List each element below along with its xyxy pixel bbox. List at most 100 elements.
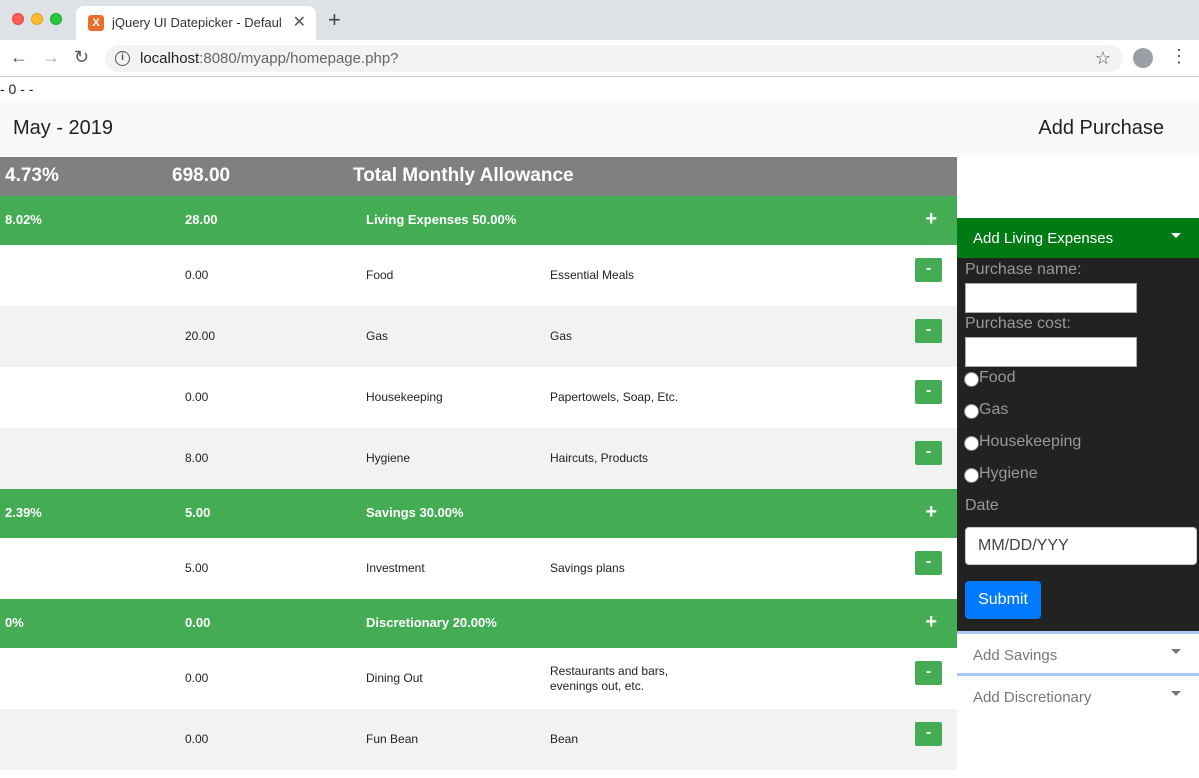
reload-icon[interactable]: ↻ bbox=[74, 47, 89, 68]
category-amount: 28.00 bbox=[185, 212, 218, 227]
radio-label-hygiene: Hygiene bbox=[979, 465, 1038, 482]
table-row: 20.00 Gas Gas - bbox=[0, 306, 957, 367]
item-description: Bean bbox=[550, 732, 579, 746]
page-content: - 0 - - May - 2019 Add Purchase 4.73% 69… bbox=[0, 78, 1199, 778]
purchase-cost-input[interactable] bbox=[965, 337, 1137, 367]
url-host: localhost bbox=[140, 50, 200, 67]
debug-text: - 0 - - bbox=[0, 81, 34, 97]
purchase-accordion: Add Living Expenses Purchase name: Purch… bbox=[957, 218, 1199, 715]
remove-minus-button[interactable]: - bbox=[915, 441, 942, 465]
budget-table: 4.73% 698.00 Total Monthly Allowance 8.0… bbox=[0, 157, 957, 770]
accordion-header-label: Add Savings bbox=[973, 647, 1058, 664]
submit-button[interactable]: Submit bbox=[965, 581, 1041, 619]
item-description: Haircuts, Products bbox=[550, 451, 649, 465]
table-row: 0.00 Fun Bean Bean - bbox=[0, 709, 957, 770]
purchase-cost-label: Purchase cost: bbox=[965, 315, 1071, 332]
forward-arrow-icon[interactable]: → bbox=[42, 47, 60, 68]
month-title: May - 2019 bbox=[13, 117, 114, 139]
category-amount: 0.00 bbox=[185, 615, 211, 630]
expand-plus-button[interactable]: + bbox=[925, 611, 937, 633]
tab-title: jQuery UI Datepicker - Default f bbox=[112, 15, 282, 30]
table-row: 0.00 Dining Out Restaurants and bars, eve… bbox=[0, 648, 957, 709]
item-name: Fun Bean bbox=[366, 732, 419, 746]
table-row: 5.00 Investment Savings plans - bbox=[0, 538, 957, 599]
back-arrow-icon[interactable]: ← bbox=[10, 47, 28, 68]
bookmark-star-icon[interactable]: ☆ bbox=[1095, 48, 1111, 69]
radio-label-gas: Gas bbox=[979, 401, 1009, 418]
total-percent: 4.73% bbox=[5, 165, 59, 186]
caret-down-icon bbox=[1171, 691, 1181, 696]
xampp-favicon-icon: X bbox=[88, 15, 104, 31]
info-icon[interactable]: i bbox=[115, 51, 130, 66]
accordion-header-label: Add Living Expenses bbox=[973, 230, 1114, 247]
url-text: localhost:8080/myapp/homepage.php? bbox=[140, 50, 399, 67]
accordion-header-savings[interactable]: Add Savings bbox=[957, 631, 1199, 673]
category-label: Living Expenses 50.00% bbox=[366, 212, 517, 227]
expand-plus-button[interactable]: + bbox=[925, 208, 937, 230]
browser-tab[interactable]: X jQuery UI Datepicker - Default f ✕ bbox=[76, 6, 316, 40]
radio-food[interactable] bbox=[964, 372, 979, 387]
accordion-header-discretionary[interactable]: Add Discretionary bbox=[957, 673, 1199, 715]
radio-hygiene[interactable] bbox=[964, 468, 979, 483]
remove-minus-button[interactable]: - bbox=[915, 258, 942, 282]
item-amount: 0.00 bbox=[185, 390, 209, 404]
radio-gas[interactable] bbox=[964, 404, 979, 419]
item-description-line: Restaurants and bars, bbox=[550, 664, 669, 678]
radio-label-housekeeping: Housekeeping bbox=[979, 433, 1082, 450]
item-name: Hygiene bbox=[366, 451, 411, 465]
item-amount: 0.00 bbox=[185, 268, 209, 282]
browser-tab-bar: X jQuery UI Datepicker - Default f ✕ + bbox=[0, 0, 1199, 40]
radio-housekeeping[interactable] bbox=[964, 436, 979, 451]
address-bar: ← → ↻ i localhost:8080/myapp/homepage.ph… bbox=[0, 40, 1199, 77]
table-row: 0.00 Housekeeping Papertowels, Soap, Etc… bbox=[0, 367, 957, 428]
accordion-header-living-expenses[interactable]: Add Living Expenses bbox=[957, 218, 1199, 258]
category-label: Discretionary 20.00% bbox=[366, 615, 497, 630]
maximize-window-button[interactable] bbox=[50, 13, 62, 25]
remove-minus-button[interactable]: - bbox=[915, 661, 942, 685]
category-label: Savings 30.00% bbox=[366, 505, 464, 520]
new-tab-icon[interactable]: + bbox=[328, 9, 341, 31]
radio-label-food: Food bbox=[979, 369, 1016, 386]
remove-minus-button[interactable]: - bbox=[915, 380, 942, 404]
item-description: Restaurants and bars, evenings out, etc. bbox=[550, 664, 668, 694]
total-amount: 698.00 bbox=[172, 165, 231, 186]
total-label: Total Monthly Allowance bbox=[353, 165, 574, 186]
item-name: Food bbox=[366, 268, 394, 282]
item-description: Savings plans bbox=[550, 561, 625, 575]
purchase-name-label: Purchase name: bbox=[965, 261, 1082, 278]
close-tab-icon[interactable]: ✕ bbox=[293, 12, 306, 32]
close-window-button[interactable] bbox=[12, 13, 24, 25]
item-description: Papertowels, Soap, Etc. bbox=[550, 390, 679, 404]
expand-plus-button[interactable]: + bbox=[925, 501, 937, 523]
total-row: 4.73% 698.00 Total Monthly Allowance bbox=[0, 157, 957, 196]
remove-minus-button[interactable]: - bbox=[915, 319, 942, 343]
category-row-discretionary: 0% 0.00 Discretionary 20.00% + bbox=[0, 599, 957, 648]
purchase-name-input[interactable] bbox=[965, 283, 1137, 313]
item-amount: 20.00 bbox=[185, 329, 216, 343]
accordion-header-label: Add Discretionary bbox=[973, 689, 1092, 706]
kebab-menu-icon[interactable]: ⋮ bbox=[1170, 47, 1188, 65]
remove-minus-button[interactable]: - bbox=[915, 722, 942, 746]
table-row: 0.00 Food Essential Meals - bbox=[0, 245, 957, 306]
item-amount: 0.00 bbox=[185, 671, 209, 685]
item-description: Essential Meals bbox=[550, 268, 635, 282]
table-row: 8.00 Hygiene Haircuts, Products - bbox=[0, 428, 957, 489]
profile-avatar-icon[interactable] bbox=[1133, 48, 1153, 68]
date-input[interactable]: MM/DD/YYY bbox=[965, 527, 1197, 565]
item-name: Housekeeping bbox=[366, 390, 443, 404]
category-row-living-expenses: 8.02% 28.00 Living Expenses 50.00% + bbox=[0, 196, 957, 245]
category-percent: 8.02% bbox=[5, 212, 42, 227]
remove-minus-button[interactable]: - bbox=[915, 551, 942, 575]
item-name: Dining Out bbox=[366, 671, 423, 685]
accordion-panel-living-expenses: Purchase name: Purchase cost: Food Gas H… bbox=[957, 258, 1199, 631]
category-row-savings: 2.39% 5.00 Savings 30.00% + bbox=[0, 489, 957, 538]
add-purchase-link[interactable]: Add Purchase bbox=[1038, 117, 1164, 140]
item-amount: 8.00 bbox=[185, 451, 209, 465]
minimize-window-button[interactable] bbox=[31, 13, 43, 25]
caret-down-icon bbox=[1171, 233, 1181, 238]
item-amount: 5.00 bbox=[185, 561, 209, 575]
date-label: Date bbox=[965, 497, 999, 514]
url-input[interactable]: i localhost:8080/myapp/homepage.php? ☆ bbox=[105, 45, 1123, 72]
url-path: :8080/myapp/homepage.php? bbox=[199, 50, 399, 67]
item-name: Investment bbox=[366, 561, 425, 575]
